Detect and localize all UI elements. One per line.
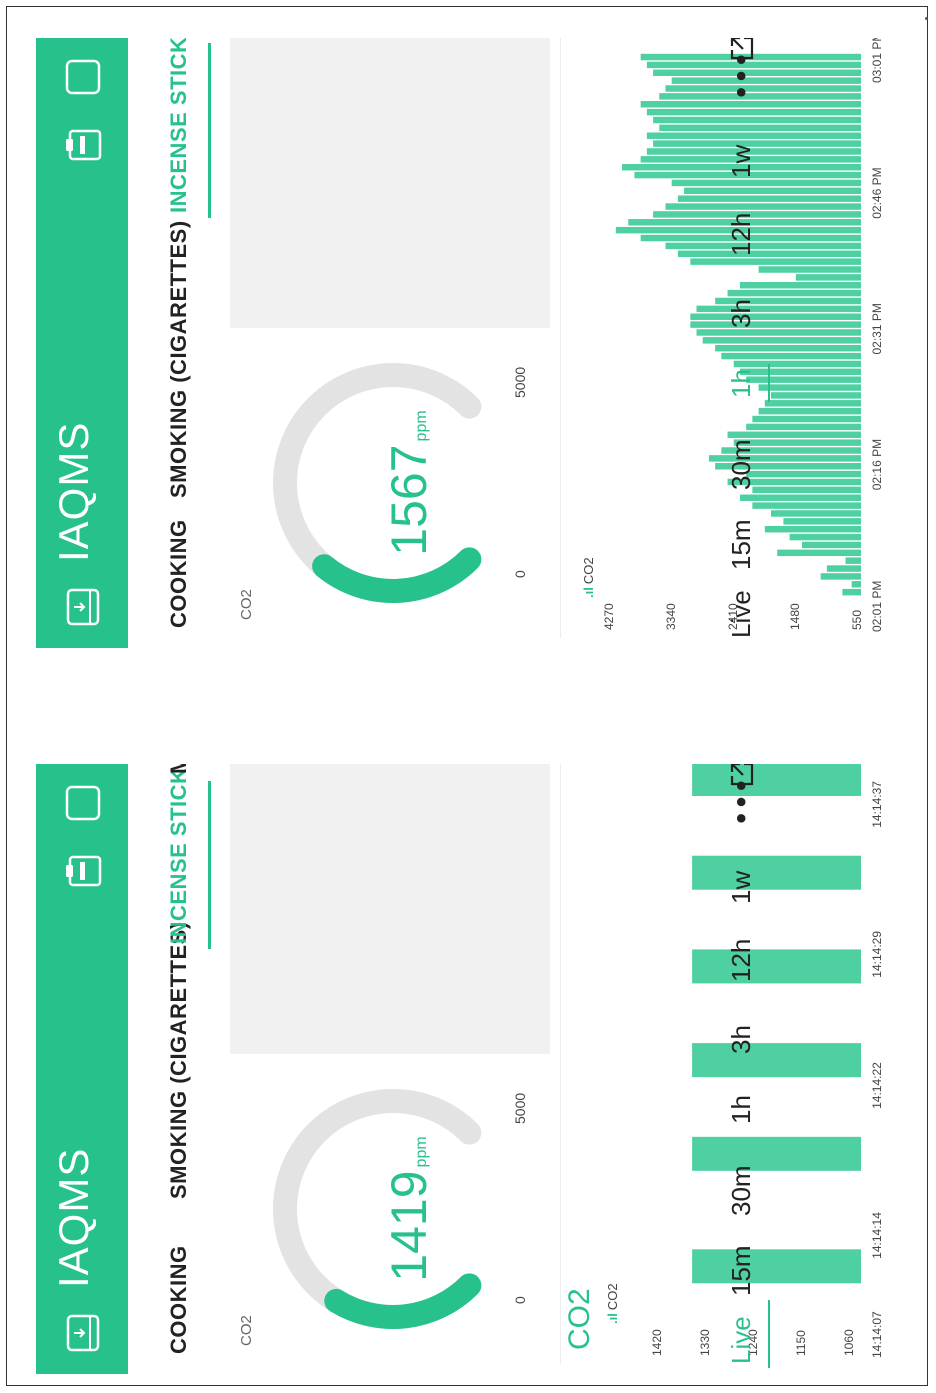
square-icon[interactable] — [60, 780, 106, 826]
app-bar: IAQMS — [36, 38, 128, 648]
range-30m[interactable]: 30m — [726, 439, 757, 490]
legend-label: CO2 — [605, 1283, 620, 1311]
range-15m[interactable]: 15m — [726, 519, 757, 570]
gauge-max: 5000 — [512, 366, 528, 398]
gauge-track — [273, 1089, 482, 1329]
app-title: IAQMS — [50, 1147, 97, 1288]
tab-smoking[interactable]: SMOKING (CIGARETTES) — [166, 921, 192, 1199]
y-tick-label: 1060 — [842, 1329, 856, 1356]
y-tick-label: 1150 — [794, 1330, 808, 1356]
y-tick-label: 1330 — [698, 1329, 712, 1356]
signal-icon: .ıl — [581, 587, 596, 598]
app-title: IAQMS — [50, 421, 97, 562]
clipboard-icon[interactable] — [60, 122, 106, 168]
chart-bar — [783, 518, 861, 525]
range-15m[interactable]: 15m — [726, 1245, 757, 1296]
range-1w[interactable]: 1w — [726, 145, 757, 178]
signal-icon: .ıl — [605, 1313, 620, 1324]
chart-bar — [789, 533, 862, 541]
gauge-max: 5000 — [512, 1092, 528, 1124]
clipboard-icon[interactable] — [60, 848, 106, 894]
gauge-card: CO2 1567 ppm 0 5000 — [230, 328, 550, 638]
tab-smoking[interactable]: SMOKING (CIGARETTES) — [166, 220, 192, 498]
x-tick-label: 02:16 PM — [870, 439, 884, 490]
chart-bar — [842, 588, 861, 596]
dashboard-content: CO2 1567ppm 0 5000 4270 3340 2410 1480 550 02… — [230, 38, 926, 648]
dashboard-content: CO2 1419ppm 0 5000 1420 1330 1240 1150 1060 1… — [230, 764, 926, 1374]
x-tick-label: 14:14:37 — [870, 781, 884, 828]
chart-bar — [795, 274, 862, 281]
chart-bar — [777, 549, 861, 557]
gauge-unit: ppm — [413, 1136, 430, 1168]
device-icon[interactable] — [60, 584, 106, 630]
range-3h[interactable]: 3h — [726, 299, 757, 328]
square-icon[interactable] — [60, 54, 106, 100]
tab-active-indicator — [208, 781, 211, 949]
chart-legend: .ıl CO2 — [605, 1283, 620, 1324]
device-icon[interactable] — [60, 1310, 106, 1356]
gauge-min: 0 — [512, 570, 528, 578]
chart-bar — [851, 581, 862, 588]
gauge-min: 0 — [512, 1296, 528, 1304]
chart-bar — [802, 541, 862, 549]
chart-bar — [845, 557, 861, 564]
range-30m[interactable]: 30m — [726, 1165, 757, 1216]
time-range-bar: Live 15m 30m 1h 3h 12h 1w ••• — [726, 764, 786, 1374]
range-active-indicator — [768, 1300, 770, 1368]
range-12h[interactable]: 12h — [726, 939, 757, 982]
x-tick-label: 14:14:07 — [870, 1311, 884, 1358]
tab-incense-stick[interactable]: INCENSE STICK — [166, 38, 192, 213]
x-tick-label: 02:46 PM — [870, 167, 884, 218]
gauge-track — [273, 363, 482, 603]
tab-bar: COOKING SMOKING (CIGARETTES) INCENSE STI… — [128, 38, 218, 648]
gauge-unit: ppm — [413, 410, 430, 442]
gauge-label: CO2 — [238, 1315, 255, 1346]
x-tick-label: 02:31 PM — [870, 303, 884, 354]
x-tick-label: 14:14:22 — [870, 1062, 884, 1109]
gauge-label: CO2 — [238, 589, 255, 620]
x-tick-label: 03:01 PM — [870, 38, 884, 83]
range-active-indicator — [768, 364, 770, 402]
y-tick-label: 550 — [850, 610, 864, 630]
expand-icon[interactable] — [728, 38, 756, 62]
chart-legend: .ıl CO2 — [581, 557, 596, 598]
gauge-value: 1419 — [381, 1170, 437, 1282]
phone-screen-live: IAQMS COOKING SMOKING (CIGARETTES) INCEN… — [36, 764, 926, 1374]
tab-active-indicator — [208, 43, 211, 218]
chart-bar — [820, 573, 862, 580]
empty-widget — [230, 38, 550, 328]
range-live[interactable]: Live — [726, 1316, 757, 1364]
empty-widget — [230, 764, 550, 1054]
tab-more[interactable]: M — [166, 764, 192, 774]
x-tick-label: 14:14:29 — [870, 931, 884, 978]
tab-cooking[interactable]: COOKING — [166, 1245, 192, 1354]
gauge-value-display: 1567 ppm — [380, 328, 438, 638]
x-tick-label: 02:01 PM — [870, 581, 884, 632]
app-bar: IAQMS — [36, 764, 128, 1374]
gauge-card: CO2 1419 ppm 0 5000 — [230, 1054, 550, 1364]
y-tick-label: 1480 — [788, 603, 802, 630]
y-tick-label: 1420 — [650, 1329, 664, 1356]
range-3h[interactable]: 3h — [726, 1025, 757, 1054]
range-live[interactable]: Live — [726, 590, 757, 638]
corner-dot — [925, 17, 928, 20]
expand-icon[interactable] — [728, 764, 756, 788]
y-tick-label: 4270 — [602, 603, 616, 630]
y-tick-label: 3340 — [664, 603, 678, 630]
range-1h[interactable]: 1h — [726, 369, 757, 398]
range-1w[interactable]: 1w — [726, 871, 757, 904]
chart-title: CO2 — [563, 1288, 596, 1350]
x-tick-label: 14:14:14 — [870, 1212, 884, 1259]
time-range-bar: Live 15m 30m 1h 3h 12h 1w ••• — [726, 38, 786, 648]
tab-incense-stick[interactable]: INCENSE STICK — [166, 768, 192, 944]
tab-cooking[interactable]: COOKING — [166, 519, 192, 628]
tab-bar: COOKING SMOKING (CIGARETTES) INCENSE STI… — [128, 764, 218, 1374]
legend-label: CO2 — [581, 557, 596, 585]
range-12h[interactable]: 12h — [726, 213, 757, 256]
gauge-value: 1567 — [381, 444, 437, 556]
gauge-value-display: 1419 ppm — [380, 1054, 438, 1364]
chart-bar — [826, 565, 861, 572]
range-1h[interactable]: 1h — [726, 1095, 757, 1124]
phone-screen-1h: IAQMS COOKING SMOKING (CIGARETTES) INCEN… — [36, 38, 926, 648]
